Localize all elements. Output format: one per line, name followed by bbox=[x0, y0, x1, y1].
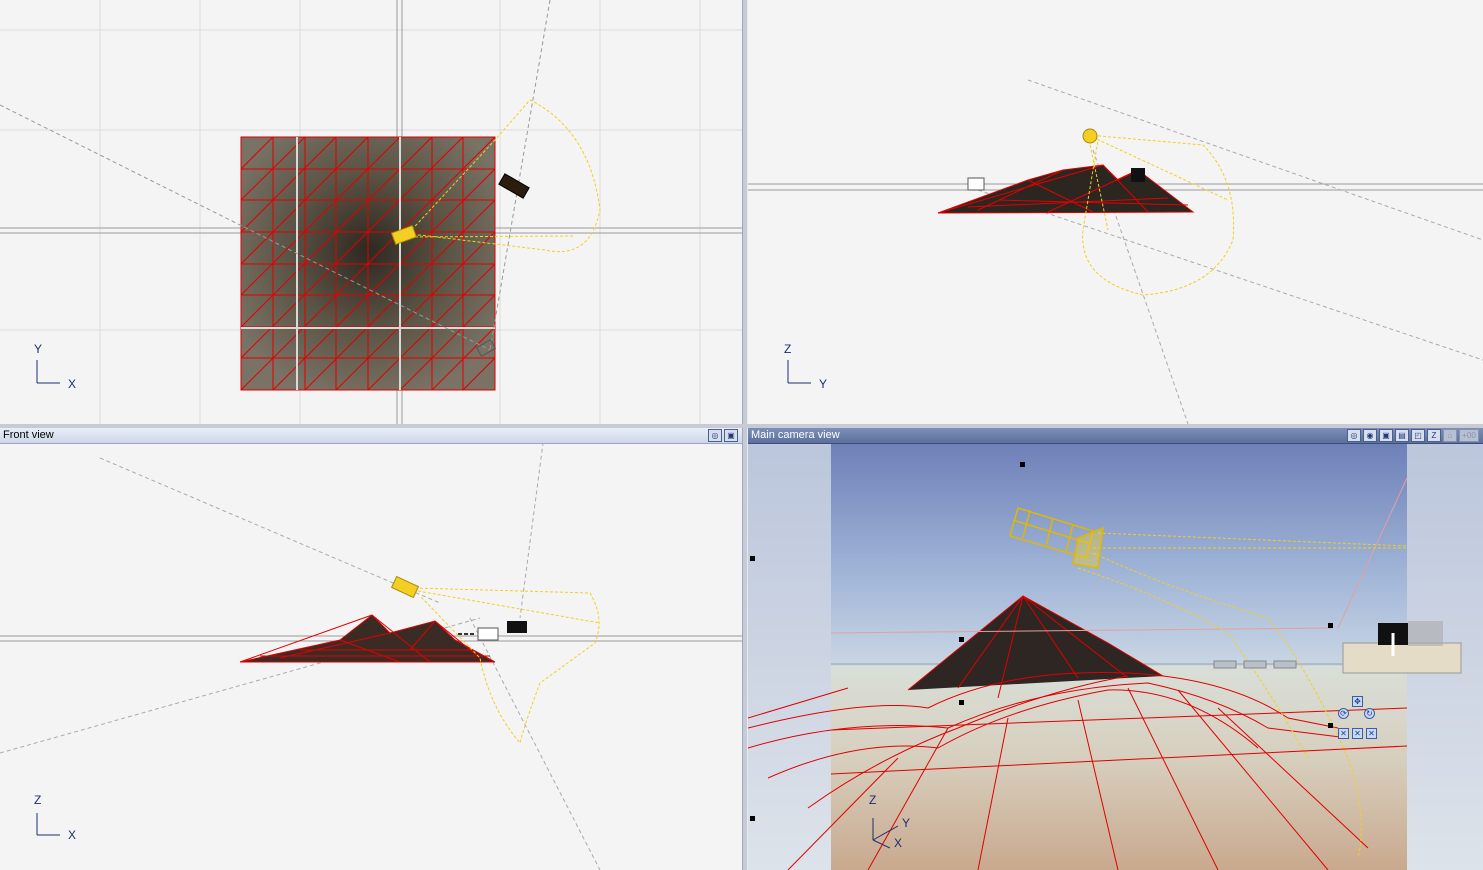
yz-plane-icon[interactable]: Z bbox=[1427, 429, 1441, 442]
selection-handle[interactable] bbox=[1328, 623, 1333, 628]
camera-object-front[interactable] bbox=[458, 621, 527, 641]
top-viewport[interactable]: Y X bbox=[0, 0, 742, 424]
front-view-titlebar[interactable]: Front view ◎ ▣ bbox=[0, 428, 742, 444]
spotlight-cone-front bbox=[414, 587, 601, 745]
maximize-icon[interactable]: ▣ bbox=[724, 429, 738, 442]
axis-label-horizontal: X bbox=[68, 377, 77, 391]
pan-z-icon[interactable]: ✕ bbox=[1366, 728, 1377, 739]
selection-handle[interactable] bbox=[750, 816, 755, 821]
ground-plane bbox=[831, 666, 1407, 870]
maximize-icon[interactable]: ▣ bbox=[1379, 429, 1393, 442]
front-viewport[interactable]: Front view ◎ ▣ Z X bbox=[0, 428, 742, 870]
axis-label-vertical: Z bbox=[869, 793, 877, 807]
viewport-title: Front view bbox=[3, 429, 54, 441]
camera-object-top[interactable] bbox=[498, 173, 530, 199]
selection-handle[interactable] bbox=[959, 637, 964, 642]
axis-label-horizontal: Y bbox=[902, 816, 911, 830]
pan-x-icon[interactable]: ✕ bbox=[1338, 728, 1349, 739]
selection-handle[interactable] bbox=[959, 700, 964, 705]
sky-backdrop bbox=[831, 444, 1407, 666]
axis-label-vertical: Z bbox=[34, 793, 42, 807]
xz-plane-icon[interactable]: ◰ bbox=[1411, 429, 1425, 442]
side-viewport[interactable]: Z Y bbox=[748, 0, 1483, 424]
viewport-title: Main camera view bbox=[751, 429, 840, 441]
spotlight-side[interactable] bbox=[1082, 128, 1098, 144]
view-options-icon[interactable]: ◎ bbox=[1347, 429, 1361, 442]
lock-icon[interactable]: ⌂ bbox=[1443, 429, 1457, 442]
side-view-scene[interactable] bbox=[748, 0, 1483, 424]
selection-handle[interactable] bbox=[750, 556, 755, 561]
rotate-icon[interactable]: ↻ bbox=[1364, 708, 1375, 719]
selection-handle[interactable] bbox=[1020, 462, 1025, 467]
xy-plane-icon[interactable]: ▤ bbox=[1395, 429, 1409, 442]
render-icon[interactable]: ◉ bbox=[1363, 429, 1377, 442]
camera-object-side[interactable] bbox=[1131, 168, 1145, 182]
axis-label-horizontal: Y bbox=[819, 377, 828, 391]
camera-view-titlebar[interactable]: Main camera view ◎ ◉ ▣ ▤ ◰ Z ⌂ +00 bbox=[748, 428, 1483, 444]
axis-label-vertical: Y bbox=[34, 342, 43, 356]
axis-label-horizontal: X bbox=[894, 836, 903, 850]
spotlight-front[interactable] bbox=[390, 575, 420, 599]
terrain-front[interactable] bbox=[239, 614, 496, 663]
spotlight-cone-side bbox=[1082, 134, 1235, 296]
camera-viewport[interactable]: Main camera view ◎ ◉ ▣ ▤ ◰ Z ⌂ +00 ✥ ⟳ ↻… bbox=[748, 428, 1483, 870]
zoom-icon[interactable]: +00 bbox=[1459, 429, 1479, 442]
top-view-scene[interactable] bbox=[0, 0, 742, 424]
axis-label-horizontal: X bbox=[68, 828, 77, 842]
move-icon[interactable]: ✥ bbox=[1352, 696, 1363, 707]
camera-target-side[interactable] bbox=[967, 177, 985, 191]
pan-y-icon[interactable]: ✕ bbox=[1352, 728, 1363, 739]
axis-label-vertical: Z bbox=[784, 342, 792, 356]
selection-handle[interactable] bbox=[1328, 723, 1333, 728]
camera-view-scene[interactable] bbox=[748, 428, 1483, 870]
camera-nav-widget[interactable]: ✥ ⟳ ↻ ✕ ✕ ✕ bbox=[1334, 696, 1384, 744]
view-options-icon[interactable]: ◎ bbox=[708, 429, 722, 442]
front-view-scene[interactable] bbox=[0, 428, 742, 870]
rotate-icon[interactable]: ⟳ bbox=[1338, 708, 1349, 719]
